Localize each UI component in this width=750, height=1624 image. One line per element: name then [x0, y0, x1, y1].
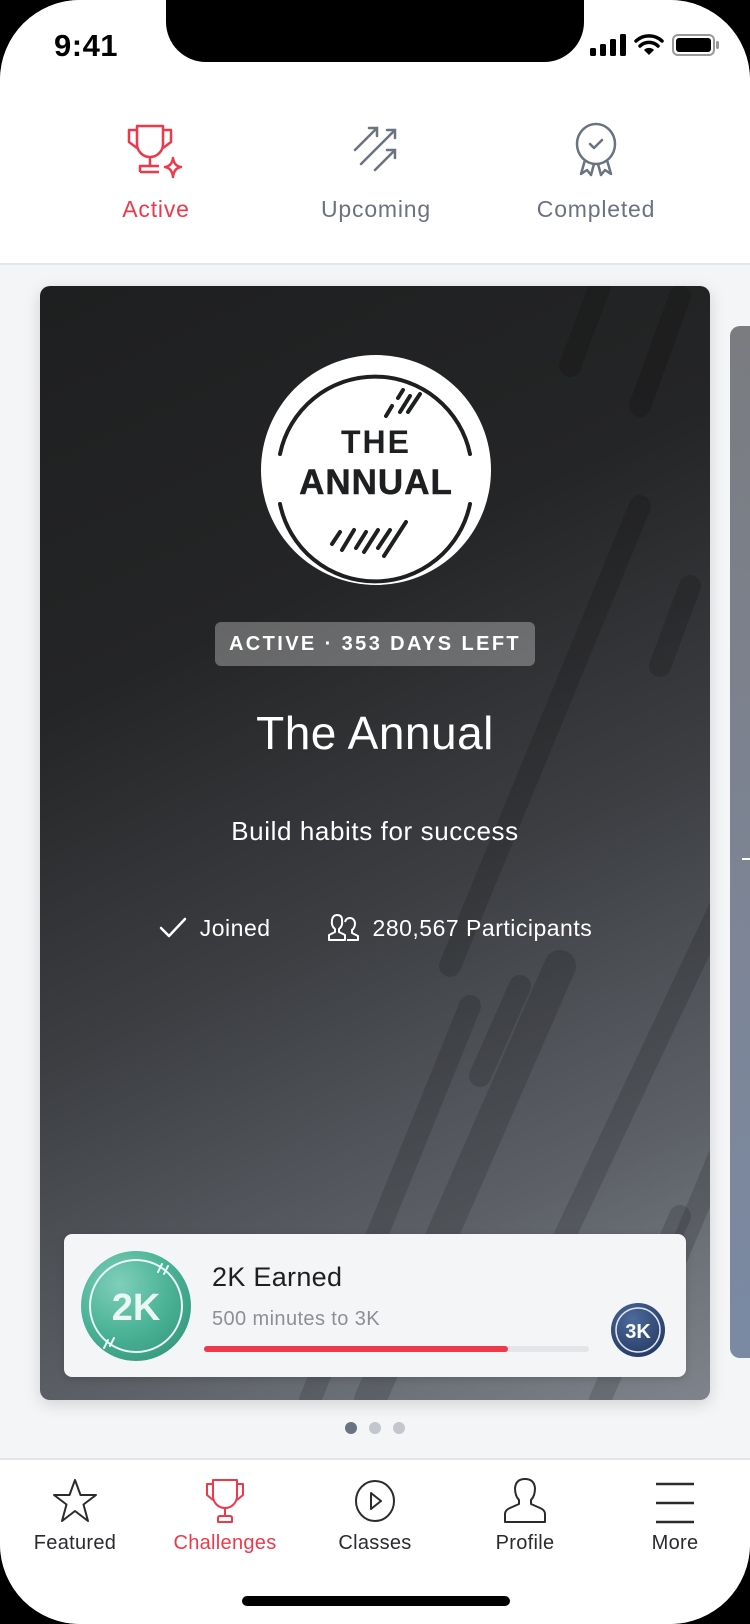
- person-icon: [504, 1478, 546, 1523]
- nav-featured[interactable]: Featured: [0, 1460, 150, 1624]
- remaining-label: 500 minutes to 3K: [212, 1308, 381, 1330]
- status-bar: 9:41: [0, 0, 750, 88]
- challenge-title: The Annual: [256, 707, 494, 759]
- nav-challenges-label: Challenges: [173, 1532, 277, 1554]
- nav-more-label: More: [651, 1532, 699, 1554]
- nav-featured-label: Featured: [33, 1532, 117, 1554]
- carousel-pagination: [0, 1422, 750, 1434]
- tab-upcoming-label: Upcoming: [321, 196, 431, 222]
- nav-profile-label: Profile: [495, 1532, 555, 1554]
- participants-label: 280,567 Participants: [372, 914, 593, 941]
- challenge-meta: Joined 280,567 Participants: [40, 914, 710, 942]
- logo-line1: THE: [341, 424, 411, 460]
- joined-status: Joined: [158, 915, 271, 942]
- progress-bar: [204, 1346, 589, 1352]
- arrows-up-right-icon: [353, 126, 397, 172]
- progress-card[interactable]: 2K 2K Earned 500 minutes to 3K 3K: [64, 1234, 686, 1377]
- tab-upcoming[interactable]: Upcoming: [266, 88, 486, 263]
- tab-completed[interactable]: Completed: [486, 88, 706, 263]
- pagination-dot[interactable]: [393, 1422, 405, 1434]
- badge-3k-icon: 3K: [611, 1303, 665, 1357]
- badge-2k-text: 2K: [112, 1287, 161, 1329]
- status-badge: ACTIVE · 353 DAYS LEFT: [215, 622, 535, 666]
- badge-3k-text: 3K: [625, 1321, 651, 1343]
- joined-label: Joined: [199, 914, 271, 941]
- trophy-icon: [206, 1479, 244, 1523]
- badge-2k-icon: 2K: [81, 1251, 191, 1361]
- notch: [166, 0, 584, 62]
- challenge-subtitle: Build habits for success: [231, 816, 519, 846]
- trophy-sparkle-icon: [127, 124, 183, 179]
- logo-line2: ANNUAL: [299, 463, 453, 502]
- pagination-dot[interactable]: [345, 1422, 357, 1434]
- award-ribbon-icon: [575, 122, 617, 177]
- next-card-mark: [742, 858, 750, 860]
- participants-icon: [327, 914, 359, 941]
- phone-screen: 9:41 Active Upcoming Completed THE ANNUA…: [0, 0, 750, 1624]
- pagination-dot[interactable]: [369, 1422, 381, 1434]
- challenge-logo: THE ANNUAL: [261, 355, 491, 585]
- status-time: 9:41: [54, 28, 119, 63]
- home-indicator[interactable]: [242, 1596, 510, 1606]
- tab-completed-label: Completed: [536, 196, 656, 222]
- battery-icon: [672, 34, 719, 56]
- earned-label: 2K Earned: [212, 1262, 343, 1292]
- tab-active[interactable]: Active: [46, 88, 266, 263]
- progress-bar-fill: [204, 1346, 509, 1352]
- status-icons: [590, 34, 720, 56]
- nav-classes-label: Classes: [338, 1532, 412, 1554]
- star-icon: [53, 1479, 97, 1522]
- signal-icon: [590, 34, 626, 56]
- next-challenge-card[interactable]: [730, 326, 750, 1358]
- menu-icon: [656, 1482, 694, 1524]
- checkmark-icon: [159, 917, 186, 938]
- challenge-filter-tabs: Active Upcoming Completed: [0, 88, 750, 265]
- nav-more[interactable]: More: [600, 1460, 750, 1624]
- wifi-icon: [634, 34, 664, 55]
- play-circle-icon: [355, 1480, 395, 1522]
- participants-count[interactable]: 280,567 Participants: [323, 914, 593, 942]
- tab-active-label: Active: [122, 196, 190, 222]
- challenge-card[interactable]: THE ANNUAL ACTIVE · 353 DAYS LEFT The An…: [40, 286, 710, 1400]
